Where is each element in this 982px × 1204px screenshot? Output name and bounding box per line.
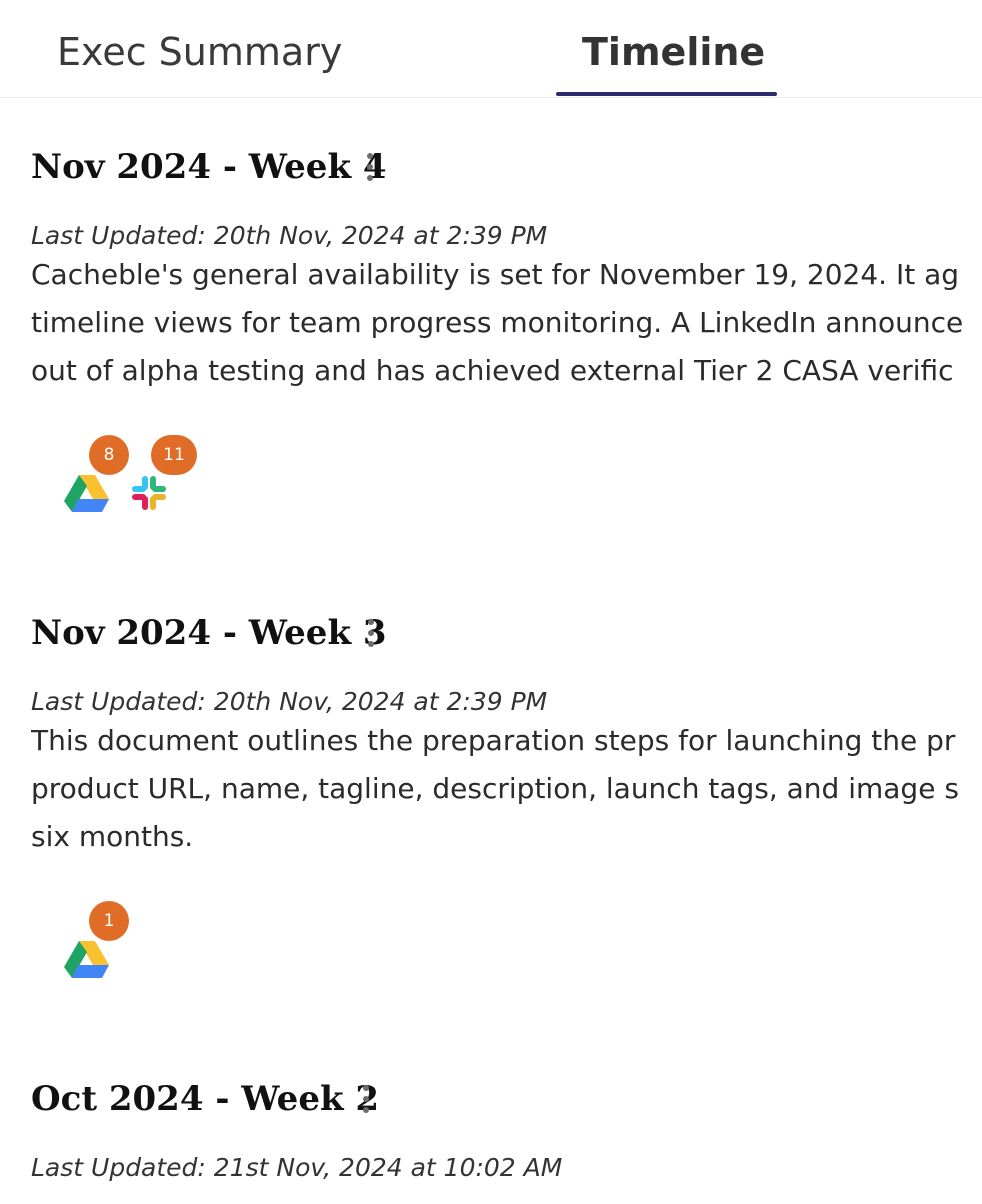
more-options-icon[interactable] (354, 1082, 378, 1116)
source-google-drive[interactable]: 1 (61, 901, 129, 979)
source-list: 8 11 (31, 435, 331, 513)
source-google-drive[interactable]: 8 (61, 435, 129, 513)
description-line: timeline views for team progress monitor… (31, 306, 964, 339)
google-drive-icon (64, 941, 109, 978)
entry-header: Oct 2024 - Week 2 (31, 1075, 982, 1123)
description-line: product URL, name, tagline, description,… (31, 772, 959, 805)
last-updated-text: Last Updated: 21st Nov, 2024 at 10:02 AM (31, 1153, 563, 1182)
last-updated-text: Last Updated: 20th Nov, 2024 at 2:39 PM (31, 221, 548, 250)
more-options-icon[interactable] (358, 150, 382, 184)
google-drive-icon (64, 475, 109, 512)
source-slack[interactable]: 11 (127, 435, 197, 513)
last-updated-text: Last Updated: 20th Nov, 2024 at 2:39 PM (31, 687, 548, 716)
entry-title: Nov 2024 - Week 4 (31, 147, 387, 187)
source-count-badge: 1 (89, 901, 129, 941)
source-count-badge: 8 (89, 435, 129, 475)
entry-header: Nov 2024 - Week 4 (31, 143, 982, 191)
source-list: 1 (31, 901, 331, 979)
tab-bar: Exec Summary Timeline (0, 0, 982, 98)
description-line: This document outlines the preparation s… (31, 724, 956, 757)
description-line: Cacheble's general availability is set f… (31, 258, 960, 291)
entry-header: Nov 2024 - Week 3 (31, 609, 982, 657)
timeline-entry: Nov 2024 - Week 3 Last Updated: 20th Nov… (31, 609, 982, 989)
entry-title: Oct 2024 - Week 2 (31, 1079, 380, 1119)
description-line: six months. (31, 820, 194, 853)
timeline-entry: Oct 2024 - Week 2 Last Updated: 21st Nov… (31, 1075, 982, 1204)
entry-description: Cacheble's general availability is set f… (31, 251, 982, 395)
description-line: out of alpha testing and has achieved ex… (31, 354, 954, 387)
entry-title: Nov 2024 - Week 3 (31, 613, 387, 653)
more-options-icon[interactable] (359, 616, 383, 650)
entry-description: This document outlines the preparation s… (31, 717, 982, 861)
source-count-badge: 11 (151, 435, 197, 475)
tab-exec-summary[interactable]: Exec Summary (57, 24, 342, 80)
slack-icon (132, 476, 166, 510)
tab-timeline[interactable]: Timeline (582, 24, 765, 80)
active-tab-indicator (556, 92, 777, 96)
timeline-entry: Nov 2024 - Week 4 Last Updated: 20th Nov… (31, 143, 982, 523)
